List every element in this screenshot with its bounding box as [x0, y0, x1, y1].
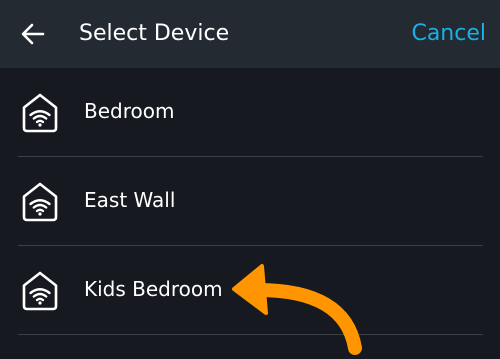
arrow-left-icon [21, 23, 45, 45]
smart-home-wifi-icon [22, 93, 58, 133]
smart-home-wifi-icon [22, 182, 58, 222]
page-title: Select Device [79, 21, 230, 46]
device-item-kids-bedroom[interactable]: Kids Bedroom [0, 246, 500, 335]
smart-home-wifi-icon [22, 271, 58, 311]
device-item-east-wall[interactable]: East Wall [0, 157, 500, 246]
cancel-button[interactable]: Cancel [411, 20, 486, 48]
device-label: Kids Bedroom [84, 277, 223, 301]
device-label: Bedroom [84, 99, 175, 123]
back-button[interactable] [18, 20, 48, 48]
device-item-bedroom[interactable]: Bedroom [0, 68, 500, 157]
device-label: East Wall [84, 188, 176, 212]
device-list: Bedroom East Wall Kids Bedroom [0, 68, 500, 335]
app-header: Select Device Cancel [0, 0, 500, 68]
divider [18, 334, 483, 335]
